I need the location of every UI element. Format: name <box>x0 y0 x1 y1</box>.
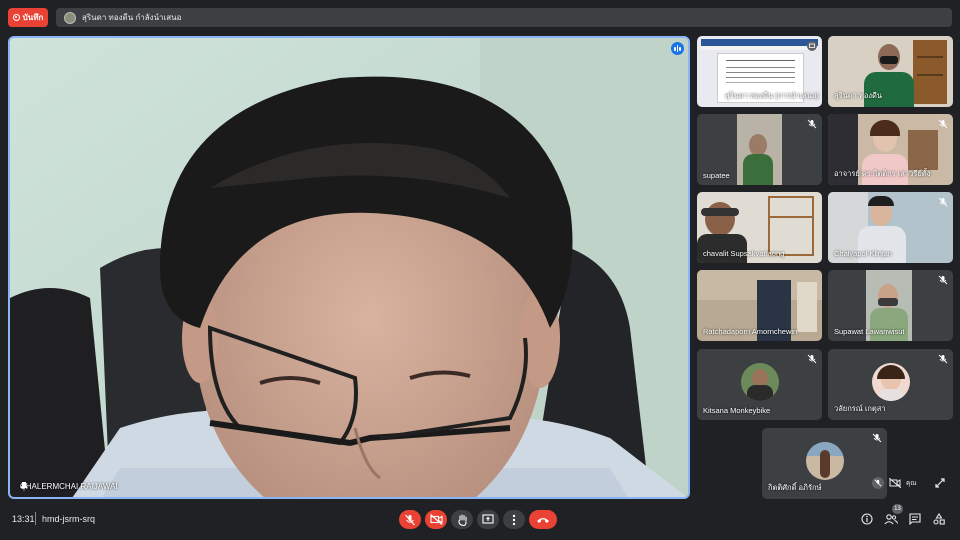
mic-off-icon <box>938 275 948 285</box>
mic-toggle-button[interactable] <box>399 510 421 529</box>
mic-off-icon <box>405 514 415 525</box>
tile-participant[interactable]: สุรินดา ทองดีน <box>828 36 953 107</box>
tile-name: supatee <box>703 171 730 180</box>
recording-label: บันทึก <box>22 13 44 22</box>
main-speaker-name-label: CHALERMCHAI RAIJAWAI <box>20 482 118 492</box>
mic-off-icon <box>938 354 948 364</box>
camera-off-icon <box>429 514 443 525</box>
tile-presentation[interactable]: สุรินดา ทองดีน (การนำเสนอ) <box>697 36 822 107</box>
tile-participant[interactable]: Chalyapol Klinjan <box>828 192 953 263</box>
tile-name: สุรินดา ทองดีน <box>834 91 883 100</box>
activities-button[interactable] <box>932 512 946 526</box>
leave-call-button[interactable] <box>529 510 557 529</box>
participant-avatar <box>871 362 910 401</box>
meeting-details-button[interactable] <box>860 512 874 526</box>
participants-button[interactable] <box>884 512 898 526</box>
chat-button[interactable] <box>908 512 922 526</box>
mic-off-icon <box>938 119 948 129</box>
self-view-label: คุณ <box>906 480 917 487</box>
participant-video <box>737 114 782 185</box>
mic-off-icon <box>807 354 817 364</box>
tile-name: กิตติศักดิ์ อภิรักษ์ <box>768 483 822 492</box>
tile-participant[interactable]: Supawat Lawanwisut <box>828 270 953 341</box>
main-speaker-name: CHALERMCHAI RAIJAWAI <box>20 482 118 491</box>
present-screen-button[interactable] <box>477 510 499 529</box>
people-icon <box>884 513 898 524</box>
raise-hand-button[interactable] <box>451 510 473 529</box>
tile-participant[interactable]: Ratchadaporn Amornchewin <box>697 270 822 341</box>
presentation-icon <box>807 41 817 51</box>
self-mic-off-icon[interactable] <box>872 477 884 489</box>
tile-participant[interactable]: อาจารย์ ดร.กิตติกร เสาวรีย์ตั้ง <box>828 114 953 185</box>
hand-icon <box>457 513 467 526</box>
present-icon <box>482 514 494 524</box>
hang-up-icon <box>537 517 549 523</box>
speaking-indicator-icon <box>671 42 684 55</box>
participant-avatar <box>805 441 844 480</box>
main-speaker-video[interactable]: CHALERMCHAI RAIJAWAI <box>8 36 690 499</box>
camera-toggle-button[interactable] <box>425 510 447 529</box>
mic-off-icon <box>872 433 882 443</box>
tile-participant[interactable]: Kitsana Monkeybike <box>697 349 822 420</box>
presenting-text: สุรินดา ทองดีน กำลังนำเสนอ <box>82 13 182 22</box>
more-vert-icon <box>512 514 516 525</box>
participant-count-badge: 13 <box>892 504 903 514</box>
activities-icon <box>933 513 945 525</box>
pin-icon <box>20 482 28 492</box>
tile-name: Ratchadaporn Amornchewin <box>703 327 798 336</box>
tile-participant[interactable]: กิตติศักดิ์ อภิรักษ์ <box>762 428 887 499</box>
mic-off-icon <box>938 197 948 207</box>
meeting-code[interactable]: hmd-jsrm-srq <box>42 514 95 524</box>
tile-name: สุรินดา ทองดีน (การนำเสนอ) <box>725 91 819 100</box>
tile-name: อาจารย์ ดร.กิตติกร เสาวรีย์ตั้ง <box>834 169 931 178</box>
tile-participant[interactable]: วลัยกรณ์ เกตุสา <box>828 349 953 420</box>
recording-button[interactable]: บันทึก <box>8 8 48 27</box>
chat-icon <box>909 513 921 525</box>
speaker-video-frame <box>10 38 688 497</box>
tile-name: chavalit Supsakvarlaong <box>703 249 785 258</box>
tile-name: Kitsana Monkeybike <box>703 406 771 415</box>
presenting-banner[interactable]: สุรินดา ทองดีน กำลังนำเสนอ <box>56 8 952 27</box>
tile-participant[interactable]: chavalit Supsakvarlaong <box>697 192 822 263</box>
presenter-avatar <box>64 11 76 24</box>
tile-name: Chalyapol Klinjan <box>834 249 892 258</box>
info-icon <box>861 513 873 525</box>
tile-participant[interactable]: supatee <box>697 114 822 185</box>
participant-avatar <box>740 362 779 401</box>
more-options-button[interactable] <box>503 510 525 529</box>
meeting-clock: 13:31 <box>12 514 35 524</box>
self-camera-off-icon[interactable] <box>889 478 901 488</box>
expand-icon[interactable] <box>935 478 945 488</box>
mic-off-icon <box>807 119 817 129</box>
footer-divider <box>35 512 36 525</box>
tile-name: วลัยกรณ์ เกตุสา <box>834 404 886 413</box>
self-view-controls: คุณ <box>872 473 948 493</box>
record-icon <box>12 14 20 21</box>
tile-name: Supawat Lawanwisut <box>834 327 905 336</box>
